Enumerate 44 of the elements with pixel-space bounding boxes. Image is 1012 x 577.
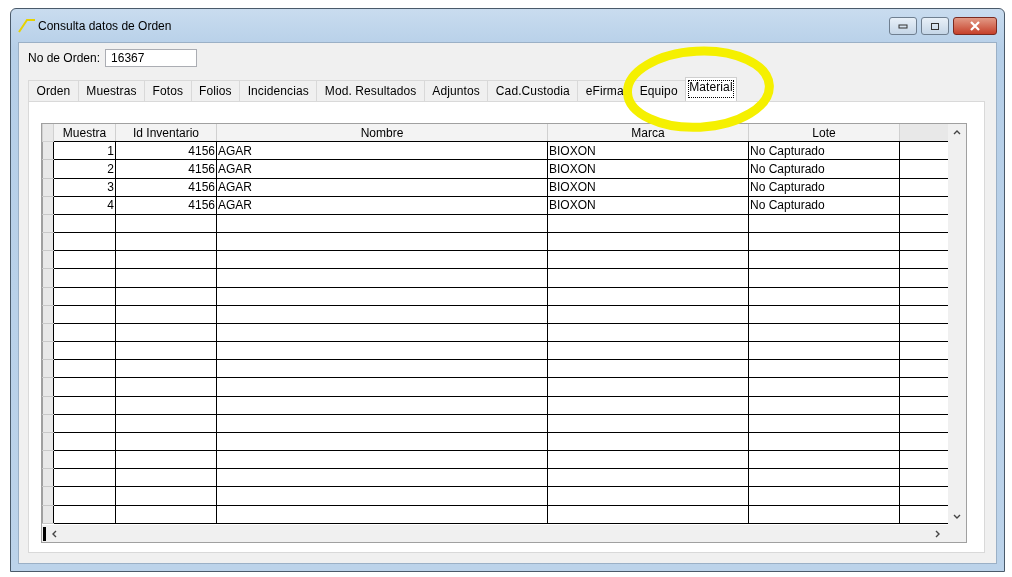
vertical-scrollbar[interactable]: [948, 124, 966, 525]
close-icon: [969, 21, 981, 31]
table-cell: 3: [53, 178, 116, 197]
maximize-icon: [930, 21, 940, 31]
app-logo-icon: [18, 18, 36, 33]
table-cell: No Capturado: [748, 178, 900, 197]
table-cell: 4156: [115, 178, 217, 197]
maximize-button[interactable]: [921, 17, 949, 35]
table-cell: No Capturado: [748, 196, 900, 215]
close-button[interactable]: [953, 17, 997, 35]
scroll-left-icon[interactable]: [50, 528, 58, 539]
column-header[interactable]: Id Inventario: [115, 124, 217, 142]
table-cell: No Capturado: [748, 141, 900, 160]
table-cell: 4156: [115, 159, 217, 178]
table-cell: 4156: [115, 141, 217, 160]
scroll-position-marker: [43, 526, 46, 541]
table-cell: BIOXON: [547, 159, 749, 178]
scroll-down-icon[interactable]: [952, 513, 962, 521]
column-header[interactable]: Muestra: [53, 124, 116, 142]
table-cell: AGAR: [216, 178, 548, 197]
table-cell: BIOXON: [547, 196, 749, 215]
horizontal-scrollbar[interactable]: [42, 525, 966, 542]
order-number-field[interactable]: 16367: [105, 49, 198, 67]
table-cell: AGAR: [216, 141, 548, 160]
table-cell: 2: [53, 159, 116, 178]
table-cell: No Capturado: [748, 159, 900, 178]
scroll-right-icon[interactable]: [934, 528, 942, 539]
table-cell: AGAR: [216, 159, 548, 178]
table-cell: 1: [53, 141, 116, 160]
scroll-up-icon[interactable]: [952, 128, 962, 136]
tab[interactable]: Adjuntos: [423, 80, 489, 101]
minimize-button[interactable]: [889, 17, 917, 35]
minimize-icon: [898, 23, 908, 29]
column-header[interactable]: Nombre: [216, 124, 548, 142]
table-cell: 4156: [115, 196, 217, 215]
tab[interactable]: Orden: [28, 80, 79, 101]
tab[interactable]: Material: [685, 77, 737, 101]
order-number-label: No de Orden:: [28, 51, 101, 65]
table-cell: BIOXON: [547, 178, 749, 197]
table-cell: AGAR: [216, 196, 548, 215]
table-cell: BIOXON: [547, 141, 749, 160]
window-title: Consulta datos de Orden: [38, 18, 172, 33]
table-cell: 4: [53, 196, 116, 215]
column-header[interactable]: Lote: [748, 124, 900, 142]
